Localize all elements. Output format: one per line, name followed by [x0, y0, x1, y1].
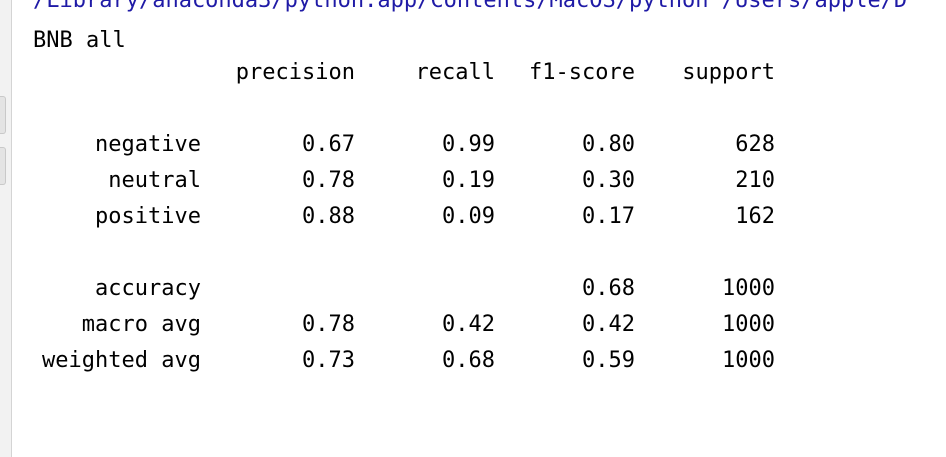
recall-value: 0.09 [442, 204, 495, 229]
row-label: negative [95, 132, 201, 157]
console-output[interactable]: /Library/anaconda3/python.app/Contents/M… [33, 0, 946, 425]
report-header-row: precision recall f1-score support [33, 55, 793, 91]
recall-value: 0.99 [442, 132, 495, 157]
recall-value: 0.68 [442, 348, 495, 373]
f1-value: 0.80 [582, 132, 635, 157]
precision-value: 0.73 [302, 348, 355, 373]
row-label: accuracy [95, 276, 201, 301]
recall-value: 0.42 [442, 312, 495, 337]
header-recall: recall [415, 60, 495, 85]
support-value: 1000 [722, 348, 775, 373]
support-value: 1000 [722, 312, 775, 337]
row-label: macro avg [81, 312, 201, 337]
run-console-panel: /Library/anaconda3/python.app/Contents/M… [0, 0, 946, 457]
row-label: weighted avg [42, 348, 201, 373]
header-precision: precision [235, 60, 355, 85]
console-gutter [0, 0, 12, 457]
support-value: 1000 [722, 276, 775, 301]
precision-value: 0.88 [302, 204, 355, 229]
report-title: BNB all [33, 28, 126, 53]
gutter-toggle-button[interactable] [0, 96, 6, 134]
support-value: 210 [735, 168, 775, 193]
command-line: /Library/anaconda3/python.app/Contents/M… [33, 0, 908, 13]
precision-value: 0.78 [302, 168, 355, 193]
f1-value: 0.17 [582, 204, 635, 229]
summary-row: macro avg 0.78 0.42 0.42 1000 [33, 307, 793, 343]
header-support: support [682, 60, 775, 85]
table-row: positive 0.88 0.09 0.17 162 [33, 199, 793, 235]
precision-value: 0.67 [302, 132, 355, 157]
summary-row: weighted avg 0.73 0.68 0.59 1000 [33, 343, 793, 379]
gutter-toggle-button[interactable] [0, 147, 6, 185]
support-value: 162 [735, 204, 775, 229]
row-label: positive [95, 204, 201, 229]
precision-value: 0.78 [302, 312, 355, 337]
header-f1-score: f1-score [529, 60, 635, 85]
f1-value: 0.30 [582, 168, 635, 193]
f1-value: 0.59 [582, 348, 635, 373]
summary-row: accuracy 0.68 1000 [33, 271, 793, 307]
recall-value: 0.19 [442, 168, 495, 193]
f1-value: 0.68 [582, 276, 635, 301]
table-row: negative 0.67 0.99 0.80 628 [33, 127, 793, 163]
row-label: neutral [108, 168, 201, 193]
table-row: neutral 0.78 0.19 0.30 210 [33, 163, 793, 199]
f1-value: 0.42 [582, 312, 635, 337]
support-value: 628 [735, 132, 775, 157]
